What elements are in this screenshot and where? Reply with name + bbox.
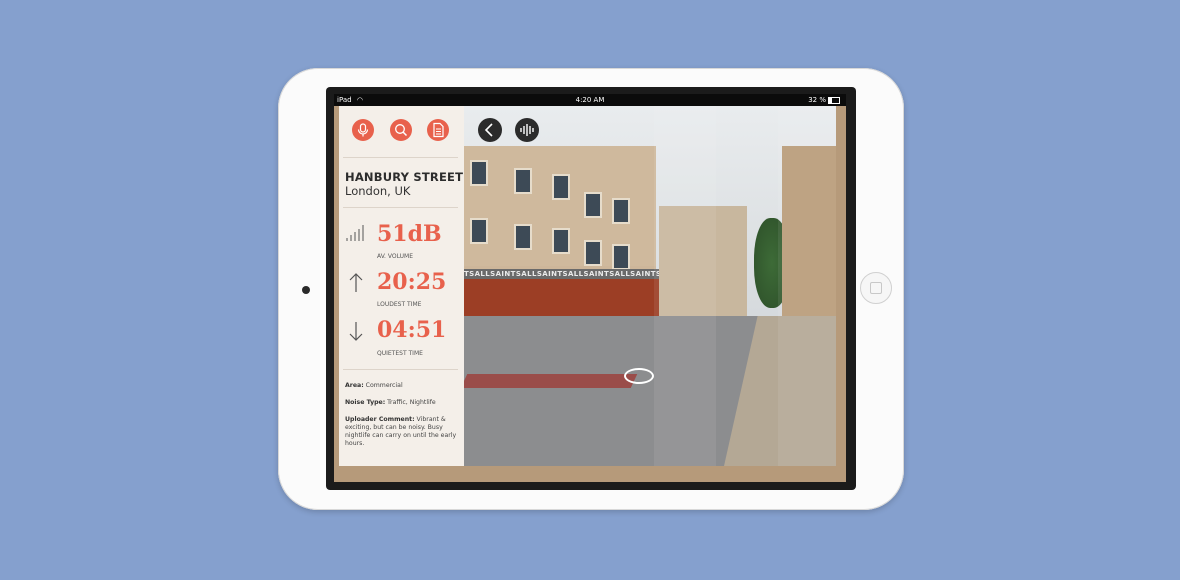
noise-type-value: Traffic, Nightlife [387,399,436,406]
area-value: Commercial [365,382,403,389]
status-time: 4:20 AM [575,96,605,104]
arrow-up-icon [349,273,363,292]
home-button[interactable] [860,272,892,304]
noise-type-row: Noise Type: Traffic, Nightlife [345,399,436,406]
volume-bars-icon [346,225,364,241]
average-volume-label: AV. VOLUME [377,253,413,260]
shop-sign: TSALLSAINTSALLSAINTSALLSAINTSALLSAINTS [464,269,659,279]
search-button[interactable] [390,119,412,141]
screen: iPad ◠ 4:20 AM 32 % HANBURY STREET Londo… [334,94,846,482]
quietest-time-value: 04:51 [377,317,447,343]
arrow-down-icon [349,322,363,341]
street-photo[interactable]: TSALLSAINTSALLSAINTSALLSAINTSALLSAINTS [464,106,836,466]
red-lane [464,374,638,388]
camera-icon [302,286,310,294]
divider [343,207,458,208]
document-button[interactable] [427,119,449,141]
status-bar: iPad ◠ 4:20 AM 32 % [334,94,846,106]
city-name: London, UK [345,184,411,198]
back-button[interactable] [478,118,502,142]
document-icon [433,122,444,138]
loudest-time-value: 20:25 [377,269,447,295]
microphone-button[interactable] [352,119,374,141]
location-details: Area: Commercial Noise Type: Traffic, Ni… [345,382,457,457]
divider [343,157,458,158]
uploader-comment-row: Uploader Comment: Vibrant & exciting, bu… [345,416,457,447]
back-chevron-icon [484,123,493,137]
area-row: Area: Commercial [345,382,403,389]
soundwave-button[interactable] [515,118,539,142]
average-volume-value: 51dB [377,221,442,247]
quietest-time-label: QUIETEST TIME [377,350,423,357]
info-panel: HANBURY STREET London, UK 51dB AV. VOLUM… [339,106,464,466]
street-name: HANBURY STREET [345,170,464,184]
search-icon [395,124,408,137]
loudest-time-label: LOUDEST TIME [377,301,422,308]
battery-label: 32 % [808,96,826,104]
road-marking [624,368,654,384]
microphone-icon [357,123,369,137]
battery-icon [828,96,840,104]
soundwave-icon [520,124,534,136]
divider [343,369,458,370]
